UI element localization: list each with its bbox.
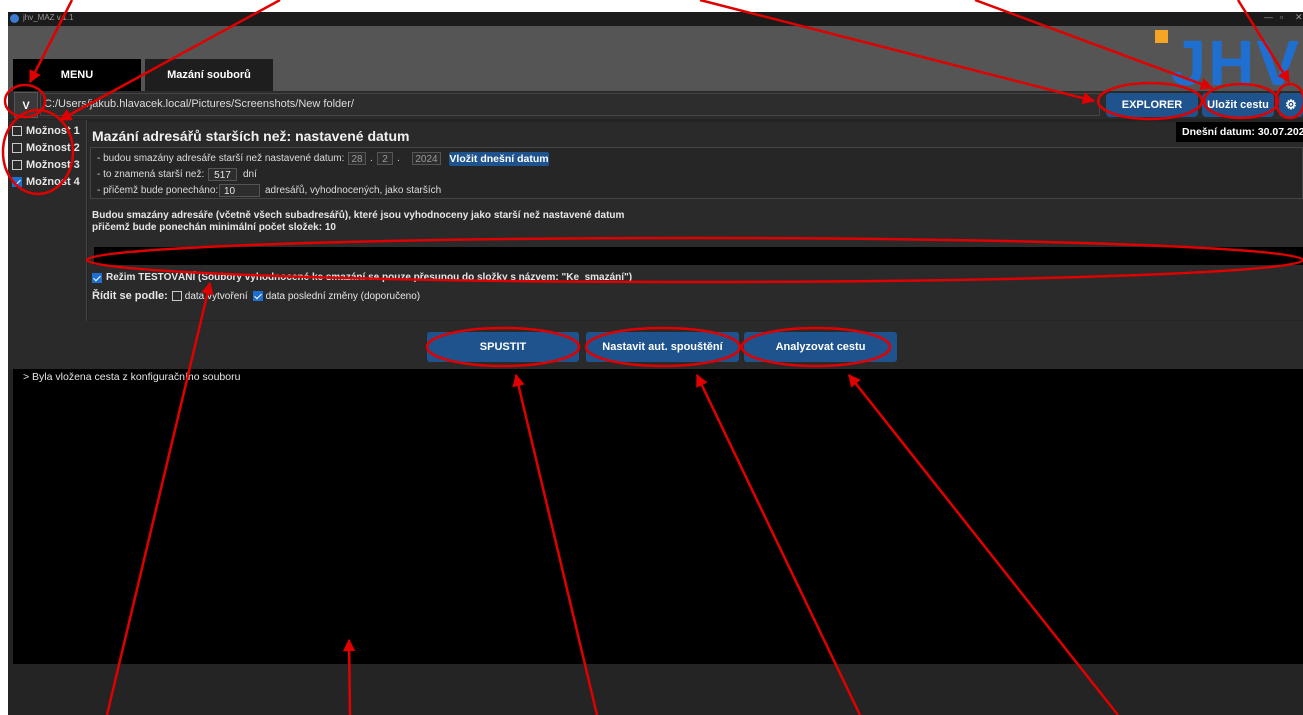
option-4-checkbox[interactable]: [12, 177, 22, 187]
run-button[interactable]: SPUSTIT: [427, 332, 579, 362]
guide-modified-checkbox[interactable]: [252, 291, 263, 301]
logo-text: JHV: [1170, 27, 1301, 99]
older-than-unit: dní: [243, 169, 257, 180]
title-bar: jhv_MAZ v.1.1 — ▫ ✕: [8, 12, 1303, 26]
close-icon[interactable]: ✕: [1295, 12, 1303, 23]
guide-created-checkbox[interactable]: [171, 291, 182, 301]
console-line: > Byla vložena cesta z konfiguračního so…: [23, 371, 241, 383]
option-2-label: Možnost 2: [26, 142, 80, 154]
guide-modified-label: data poslední změny (doporučeno): [265, 290, 421, 302]
today-date: Dnešní datum: 30.07.2025: [1176, 122, 1303, 142]
save-path-button[interactable]: Uložit cestu: [1202, 93, 1274, 117]
summary-line-2: přičemž bude ponechán minimální počet sl…: [92, 222, 336, 233]
option-1-checkbox[interactable]: [12, 126, 22, 136]
analyze-path-button[interactable]: Analyzovat cestu: [744, 332, 897, 362]
keep-count-input[interactable]: 10: [219, 184, 260, 197]
maximize-icon[interactable]: ▫: [1280, 12, 1283, 22]
insert-today-button[interactable]: Vložit dnešní datum: [449, 152, 549, 166]
keep-label: - přičemž bude ponecháno:: [97, 185, 219, 196]
day-input[interactable]: 28: [348, 152, 366, 165]
older-than-days-input[interactable]: 517: [208, 168, 237, 181]
summary-line-1: Budou smazány adresáře (včetně všech sub…: [92, 210, 625, 221]
guide-label: Řídit se podle:: [92, 290, 168, 302]
tab-mazani-souboru[interactable]: Mazání souborů: [145, 59, 273, 91]
option-3-label: Možnost 3: [26, 159, 80, 171]
explorer-button[interactable]: EXPLORER: [1106, 93, 1198, 117]
toggle-menu-button[interactable]: V: [14, 92, 38, 118]
page-title: Mazání adresářů starších než: nastavené …: [92, 128, 410, 144]
minimize-icon[interactable]: —: [1264, 12, 1273, 22]
option-2-checkbox[interactable]: [12, 143, 22, 153]
footer: [8, 664, 1303, 715]
app-window: jhv_MAZ v.1.1 — ▫ ✕ JHV MENU Mazání soub…: [8, 12, 1303, 715]
option-1[interactable]: Možnost 1: [12, 124, 80, 138]
settings-button[interactable]: ⚙: [1279, 93, 1303, 117]
keep-suffix: adresářů, vyhodnocených, jako starších: [265, 185, 442, 196]
tab-menu[interactable]: MENU: [13, 59, 141, 91]
year-input[interactable]: 2024: [412, 152, 441, 165]
gear-icon: ⚙: [1285, 97, 1297, 112]
path-input[interactable]: C:/Users/jakub.hlavacek.local/Pictures/S…: [40, 93, 1100, 116]
options-sidebar: Možnost 1 Možnost 2 Možnost 3 Možnost 4: [8, 120, 87, 321]
option-4-label: Možnost 4: [26, 176, 80, 188]
date-separator: .: [397, 153, 400, 164]
option-3[interactable]: Možnost 3: [12, 158, 80, 172]
guide-row: Řídit se podle: data vytvoření data posl…: [92, 290, 420, 302]
console-output[interactable]: > Byla vložena cesta z konfiguračního so…: [13, 369, 1303, 664]
testing-mode-row[interactable]: Režim TESTOVÁNÍ (Soubory vyhodnocené ke …: [92, 272, 632, 283]
option-2[interactable]: Možnost 2: [12, 141, 80, 155]
testing-mode-label: Režim TESTOVÁNÍ (Soubory vyhodnocené ke …: [106, 272, 633, 283]
older-than-label: - to znamená starší než:: [97, 169, 205, 180]
date-line-label: - budou smazány adresáře starší než nast…: [97, 153, 345, 164]
option-3-checkbox[interactable]: [12, 160, 22, 170]
schedule-button[interactable]: Nastavit aut. spouštění: [586, 332, 739, 362]
option-1-label: Možnost 1: [26, 125, 80, 137]
progress-bar: [94, 247, 1303, 265]
testing-mode-checkbox[interactable]: [92, 272, 102, 283]
logo-square: [1154, 30, 1168, 43]
guide-created-label: data vytvoření: [184, 290, 248, 302]
window-title: jhv_MAZ v.1.1: [23, 13, 74, 22]
app-icon: [10, 14, 19, 23]
month-input[interactable]: 2: [377, 152, 393, 165]
date-separator: .: [370, 153, 373, 164]
option-4[interactable]: Možnost 4: [12, 175, 80, 189]
